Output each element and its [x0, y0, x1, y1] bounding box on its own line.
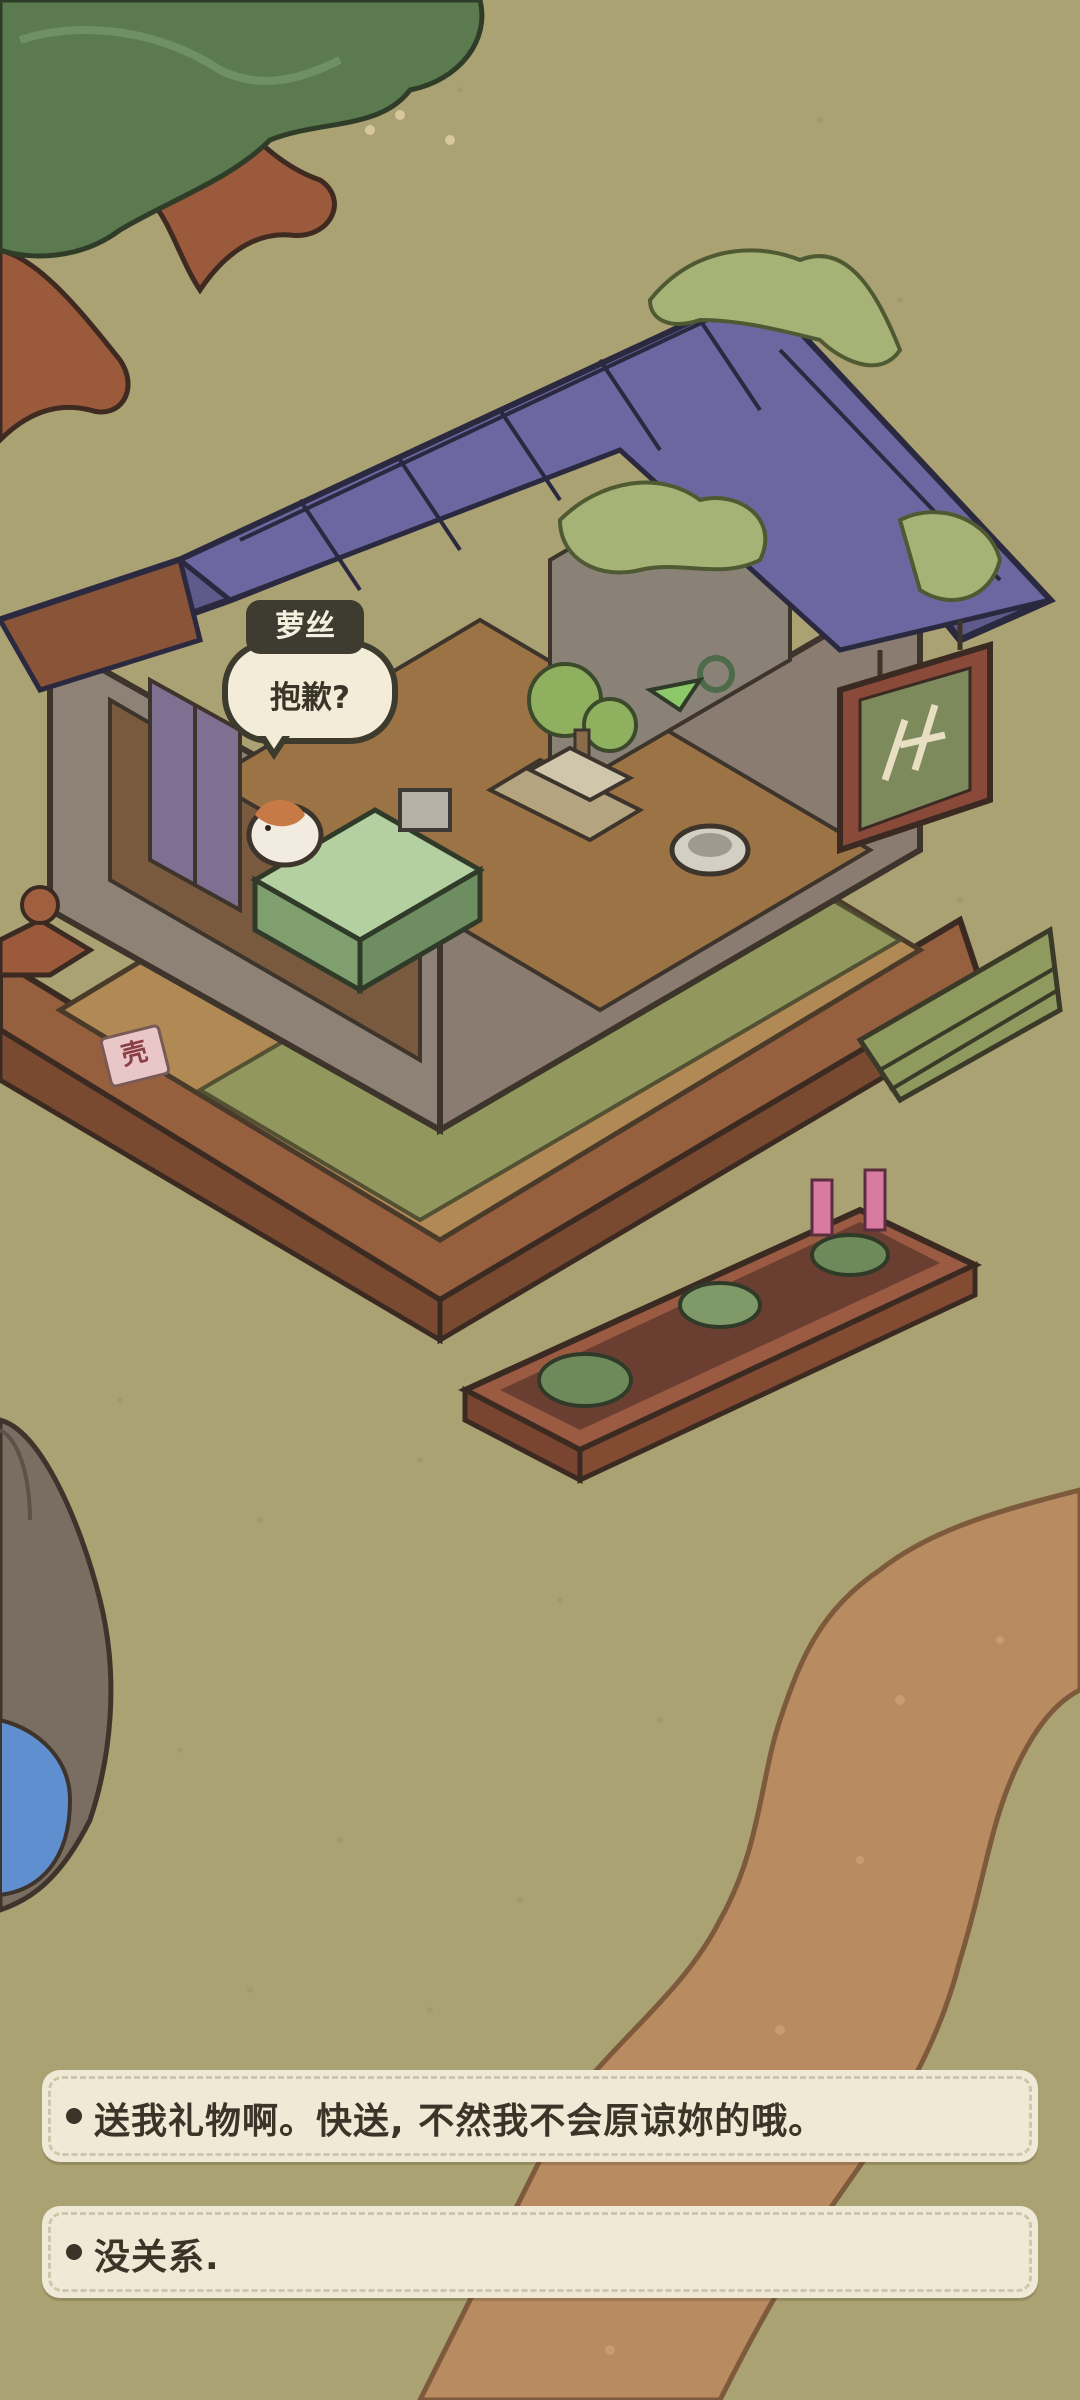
dialogue-option-1[interactable]: 送我礼物啊。快送, 不然我不会原谅妳的哦。	[42, 2070, 1038, 2162]
dialogue-option-1-text: 送我礼物啊。快送, 不然我不会原谅妳的哦。	[94, 2101, 826, 2142]
npc-name-tag: 萝丝	[246, 600, 364, 654]
dialogue-option-2[interactable]: 没关系.	[42, 2206, 1038, 2298]
tree	[0, 0, 485, 444]
bullet-icon	[66, 2108, 82, 2124]
game-scene	[0, 0, 1080, 2400]
speech-bubble-tail	[258, 735, 290, 760]
speech-bubble: 抱歉?	[222, 640, 398, 744]
dialogue-option-2-text: 没关系.	[94, 2237, 220, 2278]
speech-text: 抱歉?	[270, 680, 350, 716]
stone-basin	[669, 823, 751, 877]
bullet-icon	[66, 2244, 82, 2260]
pond	[0, 1417, 114, 1913]
